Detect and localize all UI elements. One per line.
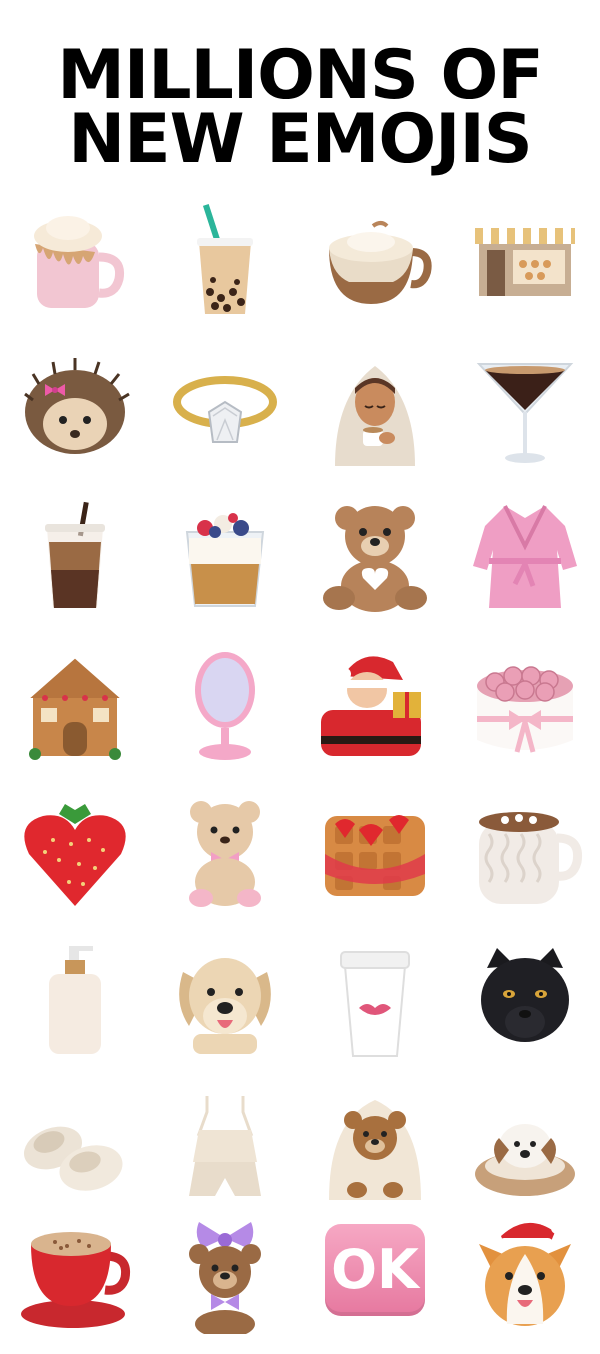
hedgehog-bow-icon[interactable] [0,340,150,490]
corgi-santa-hat-icon[interactable] [450,1204,600,1354]
headline-line-1: MILLIONS OF [57,36,544,115]
heart-strawberry-icon[interactable] [0,784,150,934]
red-cappuccino-cup-icon[interactable] [0,1204,150,1354]
bakery-storefront-icon[interactable] [450,192,600,342]
bear-purple-bow-icon[interactable] [150,1204,300,1354]
teddy-bear-heart-icon[interactable] [300,488,450,638]
pink-robe-icon[interactable] [450,488,600,638]
strawberry-waffle-icon[interactable] [300,784,450,934]
bubble-tea-icon[interactable] [150,192,300,342]
cappuccino-knit-cup-icon[interactable] [300,192,450,342]
ok-button-icon[interactable]: OK [300,1204,450,1354]
vanity-mirror-icon[interactable] [150,636,300,786]
rose-box-icon[interactable] [450,636,600,786]
diamond-ring-icon[interactable] [150,340,300,490]
lotion-bottle-icon[interactable] [0,932,150,1082]
gingerbread-house-icon[interactable] [0,636,150,786]
iced-coffee-icon[interactable] [0,488,150,638]
headline-line-2: NEW EMOJIS [68,100,533,179]
coffee-cup-lips-icon[interactable] [300,932,450,1082]
santa-claus-icon[interactable] [300,636,450,786]
ok-button-label: OK [325,1224,425,1316]
espresso-martini-icon[interactable] [450,340,600,490]
golden-retriever-icon[interactable] [150,932,300,1082]
yogurt-parfait-icon[interactable] [150,488,300,638]
headline: MILLIONS OF NEW EMOJIS [0,36,600,179]
hooded-person-tea-icon[interactable] [300,340,450,490]
pink-teddy-bear-icon[interactable] [150,784,300,934]
hot-chocolate-knit-mug-icon[interactable] [450,784,600,934]
pink-latte-mug-icon[interactable] [0,192,150,342]
black-panther-icon[interactable] [450,932,600,1082]
